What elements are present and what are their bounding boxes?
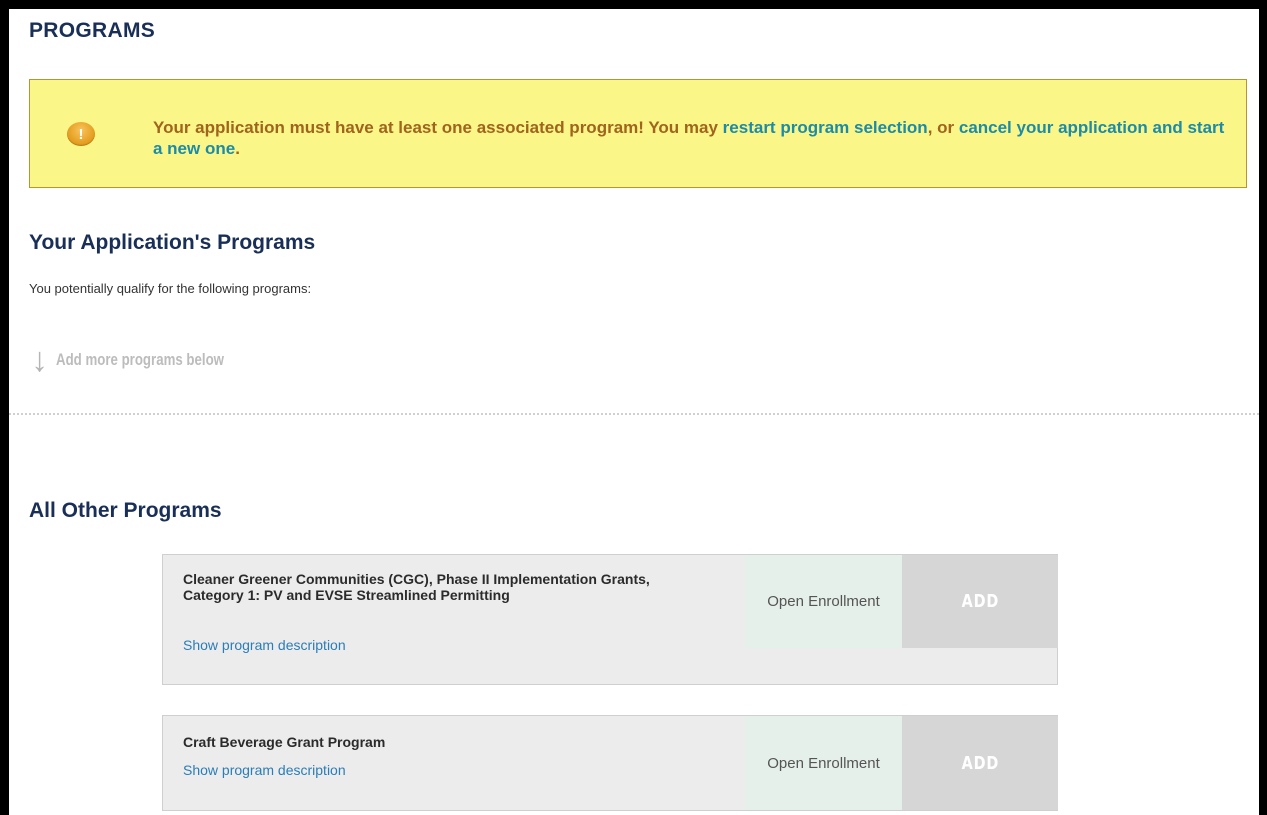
- enrollment-status: Open Enrollment: [745, 555, 902, 648]
- show-program-description-link[interactable]: Show program description: [183, 637, 346, 653]
- section-divider: [9, 413, 1259, 415]
- program-card: Cleaner Greener Communities (CGC), Phase…: [162, 554, 1058, 685]
- qualify-intro-text: You potentially qualify for the followin…: [29, 281, 312, 296]
- page-title: PROGRAMS: [29, 19, 156, 42]
- add-more-label: Add more programs below: [56, 350, 224, 369]
- add-more-hint: ↓ Add more programs below: [31, 339, 271, 381]
- alert-text-middle: , or: [927, 118, 959, 137]
- down-arrow-icon: ↓: [31, 341, 48, 379]
- exclamation-icon: !: [67, 122, 95, 146]
- show-program-description-link[interactable]: Show program description: [183, 762, 346, 778]
- program-name: Cleaner Greener Communities (CGC), Phase…: [183, 571, 650, 603]
- add-program-button[interactable]: ADD: [902, 555, 1058, 648]
- alert-text-after: .: [235, 139, 240, 158]
- page-frame: PROGRAMS ! Your application must have at…: [9, 9, 1259, 815]
- add-button-label: ADD: [961, 752, 999, 774]
- all-other-programs-heading: All Other Programs: [29, 499, 222, 522]
- add-program-button[interactable]: ADD: [902, 716, 1058, 810]
- program-name: Craft Beverage Grant Program: [183, 734, 386, 750]
- your-programs-heading: Your Application's Programs: [29, 231, 316, 254]
- restart-program-selection-link[interactable]: restart program selection: [723, 118, 928, 137]
- enrollment-status: Open Enrollment: [745, 716, 902, 810]
- warning-alert: ! Your application must have at least on…: [29, 79, 1247, 188]
- alert-text-before: Your application must have at least one …: [153, 118, 723, 137]
- alert-message: Your application must have at least one …: [153, 117, 1233, 159]
- add-button-label: ADD: [961, 591, 999, 612]
- program-card: Craft Beverage Grant Program Show progra…: [162, 715, 1058, 811]
